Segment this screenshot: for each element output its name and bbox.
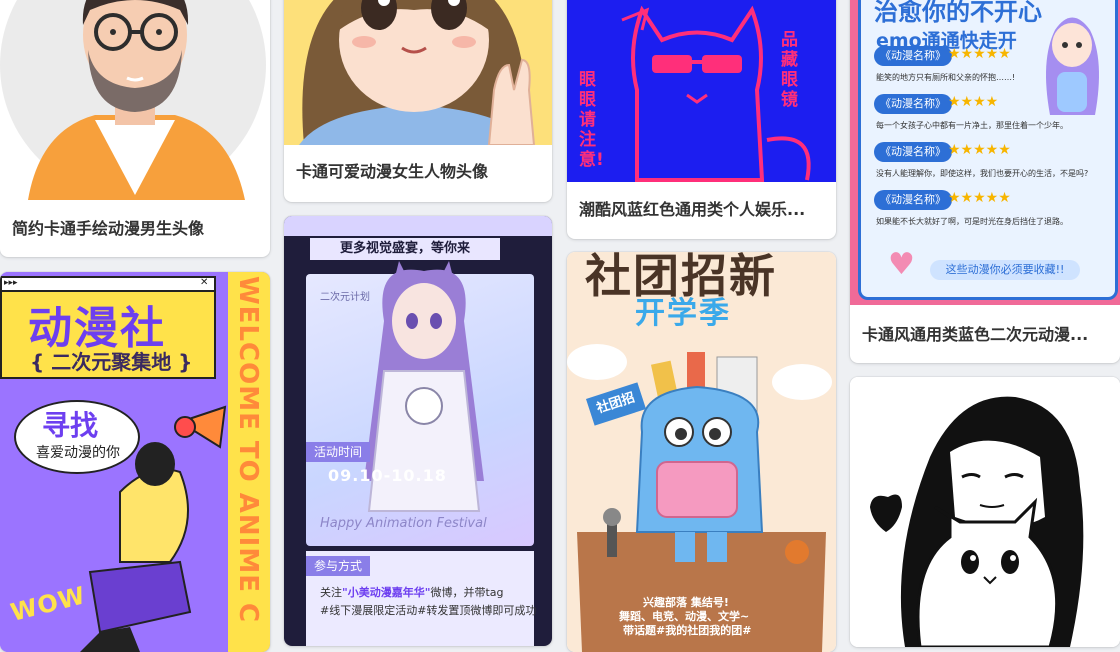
join-line-2: #线下漫展限定活动#转发置顶微博即可成功 — [320, 604, 537, 617]
boy-avatar-image — [0, 0, 270, 200]
emo-list-poster: 治愈你的不开心 emo通通快走开 《动漫名称》 ★★★★★ 能笑的地方只有厕所和… — [850, 0, 1120, 305]
time-label: 活动时间 — [306, 442, 370, 462]
poster-title: 治愈你的不开心 — [874, 0, 1042, 26]
poster-line-3: 带话题#我的社团我的团# — [623, 624, 752, 637]
card-girl-cat[interactable] — [850, 377, 1120, 647]
anime-club-poster: ▸▸▸ ✕ 动漫社 { 二次元聚集地 } 寻找 喜爱动漫的你 WOW WELCO… — [0, 272, 270, 652]
girl-avatar-image — [284, 0, 552, 145]
rating-stars: ★★★★★ — [948, 142, 1011, 158]
event-time: 09.10-10.18 — [328, 466, 447, 485]
poster-top-banner: 更多视觉盛宴，等你来 — [310, 238, 500, 260]
rating-stars: ★★★★★ — [948, 46, 1011, 62]
card-boy-avatar[interactable]: 简约卡通手绘动漫男生头像 — [0, 0, 270, 257]
card-anime-festival[interactable]: 更多视觉盛宴，等你来 二次元计划 活动时间 09.10-10.18 Happy … — [284, 216, 552, 646]
card-caption[interactable]: 简约卡通手绘动漫男生头像 — [12, 215, 260, 239]
card-girl-avatar[interactable]: 卡通可爱动漫女生人物头像 — [284, 0, 552, 202]
heart-icon: ♥ — [888, 247, 915, 282]
poster-footer: 这些动漫你必须要收藏!! — [930, 260, 1080, 280]
poster-subtitle: { 二次元聚集地 } — [30, 350, 193, 374]
card-emo-list[interactable]: 治愈你的不开心 emo通通快走开 《动漫名称》 ★★★★★ 能笑的地方只有厕所和… — [850, 0, 1120, 363]
poster-side-banner: WELCOME TO ANIME C — [233, 276, 263, 624]
card-anime-club[interactable]: ▸▸▸ ✕ 动漫社 { 二次元聚集地 } 寻找 喜爱动漫的你 WOW WELCO… — [0, 272, 270, 652]
club-recruit-poster: 社团招新 开学季 社团招 兴趣部落 集结号! 舞蹈、电竞、动漫、文学~ 带话题#… — [567, 252, 836, 652]
card-caption[interactable]: 卡通可爱动漫女生人物头像 — [296, 158, 542, 182]
anime-festival-poster: 更多视觉盛宴，等你来 二次元计划 活动时间 09.10-10.18 Happy … — [284, 216, 552, 646]
card-cool-cat[interactable]: 品藏眼镜 眼眼请注意! 潮酷风蓝红色通用类个人娱乐... — [567, 0, 836, 239]
join-label: 参与方式 — [306, 556, 370, 576]
poster-subtitle: 开学季 — [635, 296, 731, 331]
poster-script: Happy Animation Festival — [320, 516, 487, 531]
card-caption[interactable]: 卡通风通用类蓝色二次元动漫... — [862, 321, 1110, 345]
girl-cat-illustration — [850, 377, 1120, 647]
rating-stars: ★★★★ — [948, 94, 999, 110]
rating-stars: ★★★★★ — [948, 190, 1011, 206]
cool-cat-poster: 品藏眼镜 眼眼请注意! — [567, 0, 836, 182]
join-line-1: 关注"小美动漫嘉年华"微博，并带tag — [320, 586, 504, 599]
poster-side-text-left: 眼眼请注意! — [579, 70, 604, 170]
card-caption[interactable]: 潮酷风蓝红色通用类个人娱乐... — [579, 196, 826, 220]
card-club-recruit[interactable]: 社团招新 开学季 社团招 兴趣部落 集结号! 舞蹈、电竞、动漫、文学~ 带话题#… — [567, 252, 836, 652]
poster-side-text-right: 品藏眼镜 — [781, 30, 798, 110]
close-icon: ✕ — [200, 277, 209, 288]
